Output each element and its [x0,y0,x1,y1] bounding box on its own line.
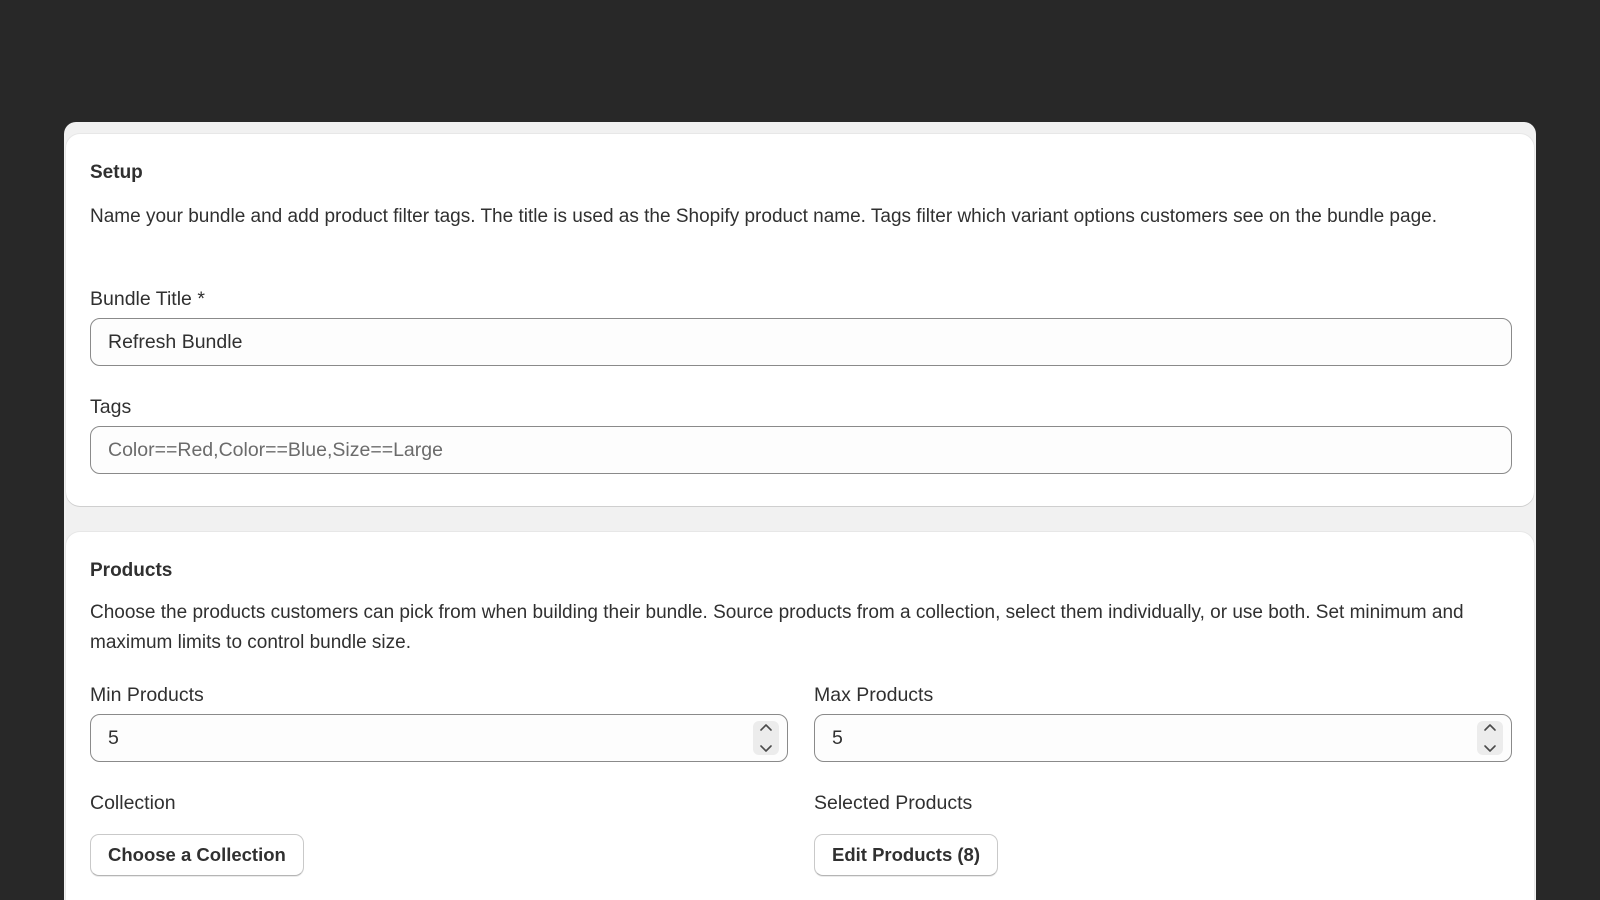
max-products-label: Max Products [814,684,934,706]
tags-input[interactable]: Color==Red,Color==Blue,Size==Large [90,426,1512,474]
setup-description: Name your bundle and add product filter … [90,206,1437,227]
max-products-stepper[interactable] [1477,721,1503,755]
chevron-up-icon[interactable] [1483,723,1497,733]
chevron-down-icon[interactable] [759,743,773,753]
products-description: Choose the products customers can pick f… [90,602,1464,653]
max-products-value: 5 [832,726,843,749]
tags-placeholder: Color==Red,Color==Blue,Size==Large [108,438,443,461]
tags-label: Tags [90,396,132,418]
min-products-value: 5 [108,726,119,749]
bundle-title-label: Bundle Title * [90,288,205,310]
products-heading: Products [90,560,173,581]
choose-collection-button[interactable]: Choose a Collection [90,834,304,876]
page-frame: Setup Name your bundle and add product f… [64,122,1536,900]
chevron-down-icon[interactable] [1483,743,1497,753]
setup-card: Setup Name your bundle and add product f… [66,134,1534,506]
edit-products-button[interactable]: Edit Products (8) [814,834,999,876]
setup-heading: Setup [90,162,143,183]
collection-label: Collection [90,792,176,814]
products-card: Products Choose the products customers c… [66,532,1534,900]
min-products-stepper[interactable] [753,721,779,755]
min-products-input[interactable]: 5 [90,714,788,762]
bundle-title-value: Refresh Bundle [108,330,243,353]
min-products-label: Min Products [90,684,204,706]
chevron-up-icon[interactable] [759,723,773,733]
bundle-title-input[interactable]: Refresh Bundle [90,318,1512,366]
max-products-input[interactable]: 5 [814,714,1512,762]
selected-products-label: Selected Products [814,792,973,814]
